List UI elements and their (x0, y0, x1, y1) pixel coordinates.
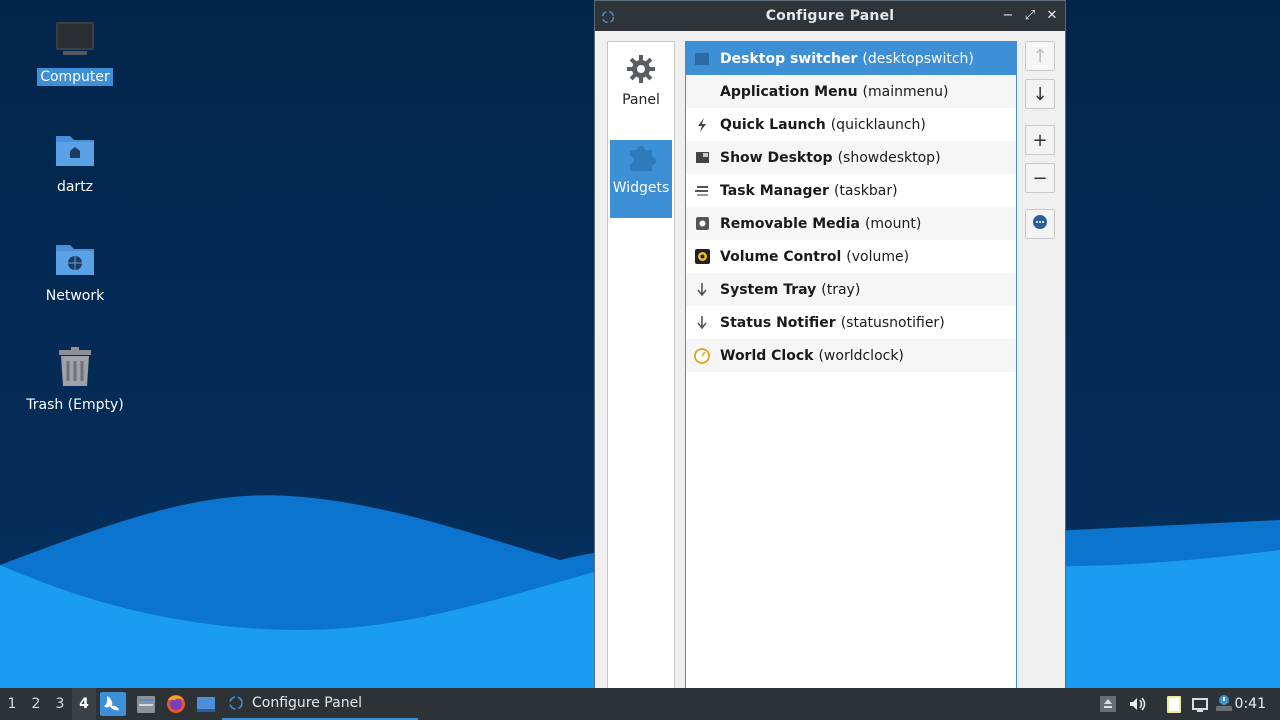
move-up-button[interactable]: ↑ (1025, 41, 1055, 71)
workspace-1[interactable]: 1 (0, 688, 24, 720)
list-item[interactable]: World Clock (worldclock) (686, 339, 1016, 372)
volume-tray-icon[interactable] (1127, 694, 1147, 714)
window-title: Configure Panel (765, 8, 895, 24)
sidebar-item-panel[interactable]: Panel (610, 52, 672, 130)
desktop-icon-network[interactable]: Network (20, 237, 130, 305)
computer-icon (53, 18, 97, 62)
trash-icon (53, 346, 97, 390)
removable-media-icon (694, 216, 710, 232)
eject-icon[interactable] (1098, 694, 1118, 714)
clock[interactable]: 0:41 (1235, 688, 1266, 720)
add-widget-button[interactable]: + (1025, 125, 1055, 155)
list-item[interactable]: Removable Media (mount) (686, 207, 1016, 240)
preferences-icon (1032, 214, 1048, 235)
task-label: Configure Panel (252, 695, 363, 711)
list-item[interactable]: Quick Launch (quicklaunch) (686, 108, 1016, 141)
list-item[interactable]: Task Manager (taskbar) (686, 174, 1016, 207)
desktop-icon-label: dartz (56, 179, 94, 195)
taskbar: 1 2 3 4 Configure Panel 0:41 (0, 688, 1280, 720)
list-item[interactable]: Status Notifier (statusnotifier) (686, 306, 1016, 339)
sidebar-item-label: Panel (622, 92, 660, 108)
list-item[interactable]: Volume Control (volume) (686, 240, 1016, 273)
clipboard-icon[interactable] (1164, 694, 1184, 714)
desktop-launcher[interactable] (193, 692, 219, 716)
notifier-icon (694, 315, 710, 331)
app-icon (601, 9, 615, 24)
show-desktop-icon (694, 150, 710, 166)
desktop-icon-label: Trash (Empty) (26, 397, 124, 413)
gear-icon (624, 52, 658, 86)
tray-icon (694, 282, 710, 298)
list-item[interactable]: System Tray (tray) (686, 273, 1016, 306)
close-icon[interactable]: ✕ (1045, 7, 1059, 25)
workspace-3[interactable]: 3 (48, 688, 72, 720)
configure-panel-window: Configure Panel − ⤢ ✕ Panel Widgets Desk… (594, 0, 1066, 689)
update-notifier-icon[interactable] (1214, 694, 1234, 714)
desktop-icon-computer[interactable]: Computer (20, 18, 130, 86)
maximize-icon[interactable]: ⤢ (1023, 7, 1037, 25)
clock-icon (694, 347, 710, 364)
volume-icon (694, 249, 710, 265)
app-icon (228, 695, 244, 711)
app-menu-icon (694, 84, 710, 100)
desktop-icon-label: Network (45, 288, 105, 304)
network-folder-icon (53, 237, 97, 281)
list-item[interactable]: Desktop switcher (desktopswitch) (686, 42, 1016, 75)
preferences-button[interactable] (1025, 209, 1055, 239)
move-down-button[interactable]: ↓ (1025, 79, 1055, 109)
sidebar-item-widgets[interactable]: Widgets (610, 140, 672, 218)
desktop-icon-label: Computer (37, 68, 113, 86)
desktop-switcher-icon (694, 51, 710, 67)
app-menu-launcher[interactable] (100, 692, 126, 716)
puzzle-icon (624, 140, 658, 174)
workspace-4[interactable]: 4 (72, 688, 96, 720)
home-folder-icon (53, 128, 97, 172)
list-action-buttons: ↑ ↓ + − (1025, 41, 1057, 247)
network-tray-icon[interactable] (1190, 694, 1210, 714)
config-sidebar: Panel Widgets (607, 41, 675, 689)
file-cabinet-icon (137, 696, 155, 713)
sidebar-item-label: Widgets (612, 180, 670, 196)
task-configure-panel[interactable]: Configure Panel (222, 688, 418, 720)
desktop-icon-trash[interactable]: Trash (Empty) (20, 346, 130, 414)
lightning-icon (694, 117, 710, 133)
list-item[interactable]: Application Menu (mainmenu) (686, 75, 1016, 108)
firefox-launcher[interactable] (163, 692, 189, 716)
task-manager-icon (694, 183, 710, 199)
remove-widget-button[interactable]: − (1025, 163, 1055, 193)
firefox-icon (167, 695, 185, 713)
file-manager-launcher[interactable] (133, 692, 159, 716)
show-desktop-icon (197, 697, 215, 712)
lxqt-logo-icon (104, 696, 119, 711)
desktop-icon-home[interactable]: dartz (20, 128, 130, 196)
minimize-icon[interactable]: − (1001, 7, 1015, 25)
workspace-2[interactable]: 2 (24, 688, 48, 720)
plugin-list: Desktop switcher (desktopswitch) Applica… (685, 41, 1017, 689)
window-titlebar[interactable]: Configure Panel − ⤢ ✕ (595, 1, 1065, 31)
list-item[interactable]: Show Desktop (showdesktop) (686, 141, 1016, 174)
